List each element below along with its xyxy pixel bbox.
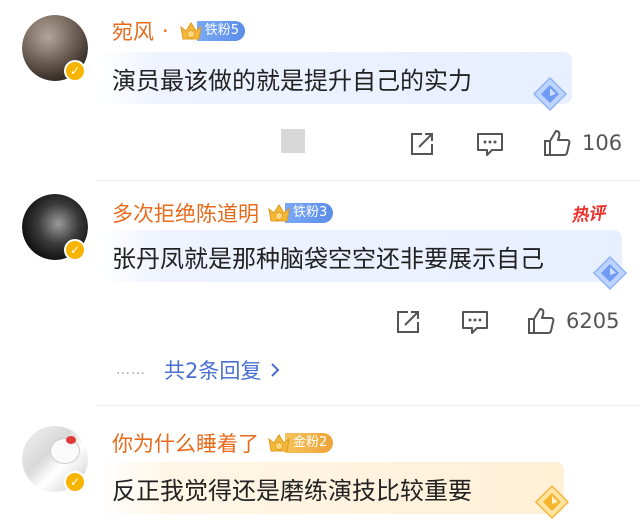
diamond-decoration-icon: [592, 255, 628, 291]
like-count: 6205: [566, 309, 620, 333]
comment-text: 演员最该做的就是提升自己的实力: [112, 66, 472, 95]
like-button[interactable]: 6205: [526, 306, 619, 336]
username[interactable]: 多次拒绝陈道明: [112, 198, 259, 228]
crown-icon: [179, 22, 202, 40]
comment-bubble[interactable]: 反正我觉得还是磨练演技比较重要: [100, 462, 564, 514]
fan-badge-label: 铁粉3: [285, 203, 334, 223]
crown-icon: [268, 434, 290, 452]
separator-dot: ·: [162, 19, 169, 43]
comment-icon[interactable]: [476, 131, 504, 157]
fan-badge-label: 铁粉5: [196, 21, 245, 41]
hot-comment-tag: 热评: [570, 203, 606, 227]
image-placeholder: [281, 129, 305, 153]
verified-badge-icon: ✓: [64, 471, 86, 493]
chevron-right-icon: [271, 363, 280, 377]
fan-badge: 金粉2: [267, 432, 334, 454]
fan-badge-label: 金粉2: [285, 433, 334, 453]
comment-bubble[interactable]: 演员最该做的就是提升自己的实力: [100, 52, 572, 104]
comment-text: 反正我觉得还是磨练演技比较重要: [112, 476, 472, 505]
username[interactable]: 宛风: [112, 16, 154, 46]
comment-item: ✓ 多次拒绝陈道明 铁粉3 热评 张丹凤就是那种脑袋空空还非要展示自己 6205: [0, 180, 640, 400]
comment-icon[interactable]: [461, 309, 489, 335]
verified-badge-icon: ✓: [64, 60, 86, 82]
diamond-decoration-icon: [534, 484, 570, 520]
comment-bubble[interactable]: 张丹凤就是那种脑袋空空还非要展示自己: [100, 230, 622, 282]
username[interactable]: 你为什么睡着了: [112, 428, 259, 458]
like-count: 106: [582, 131, 623, 155]
divider: [96, 405, 640, 406]
reply-dots: ……: [116, 362, 146, 378]
like-button[interactable]: 106: [542, 128, 622, 158]
share-icon[interactable]: [395, 309, 421, 335]
view-replies-link[interactable]: …… 共2条回复: [116, 355, 281, 385]
diamond-decoration-icon: [532, 76, 568, 112]
comment-text: 张丹凤就是那种脑袋空空还非要展示自己: [112, 244, 544, 273]
fan-badge: 铁粉3: [267, 202, 334, 224]
replies-label: 共2条回复: [164, 359, 262, 383]
share-icon[interactable]: [409, 131, 435, 157]
crown-icon: [268, 204, 290, 222]
comment-item: ✓ 宛风 · 铁粉5 演员最该做的就是提升自己的实力 106: [0, 0, 640, 180]
comment-item: ✓ 你为什么睡着了 金粉2 反正我觉得还是磨练演技比较重要: [0, 410, 640, 529]
like-icon: [528, 308, 555, 334]
verified-badge-icon: ✓: [64, 239, 86, 261]
like-icon: [544, 130, 571, 156]
fan-badge: 铁粉5: [179, 20, 245, 42]
